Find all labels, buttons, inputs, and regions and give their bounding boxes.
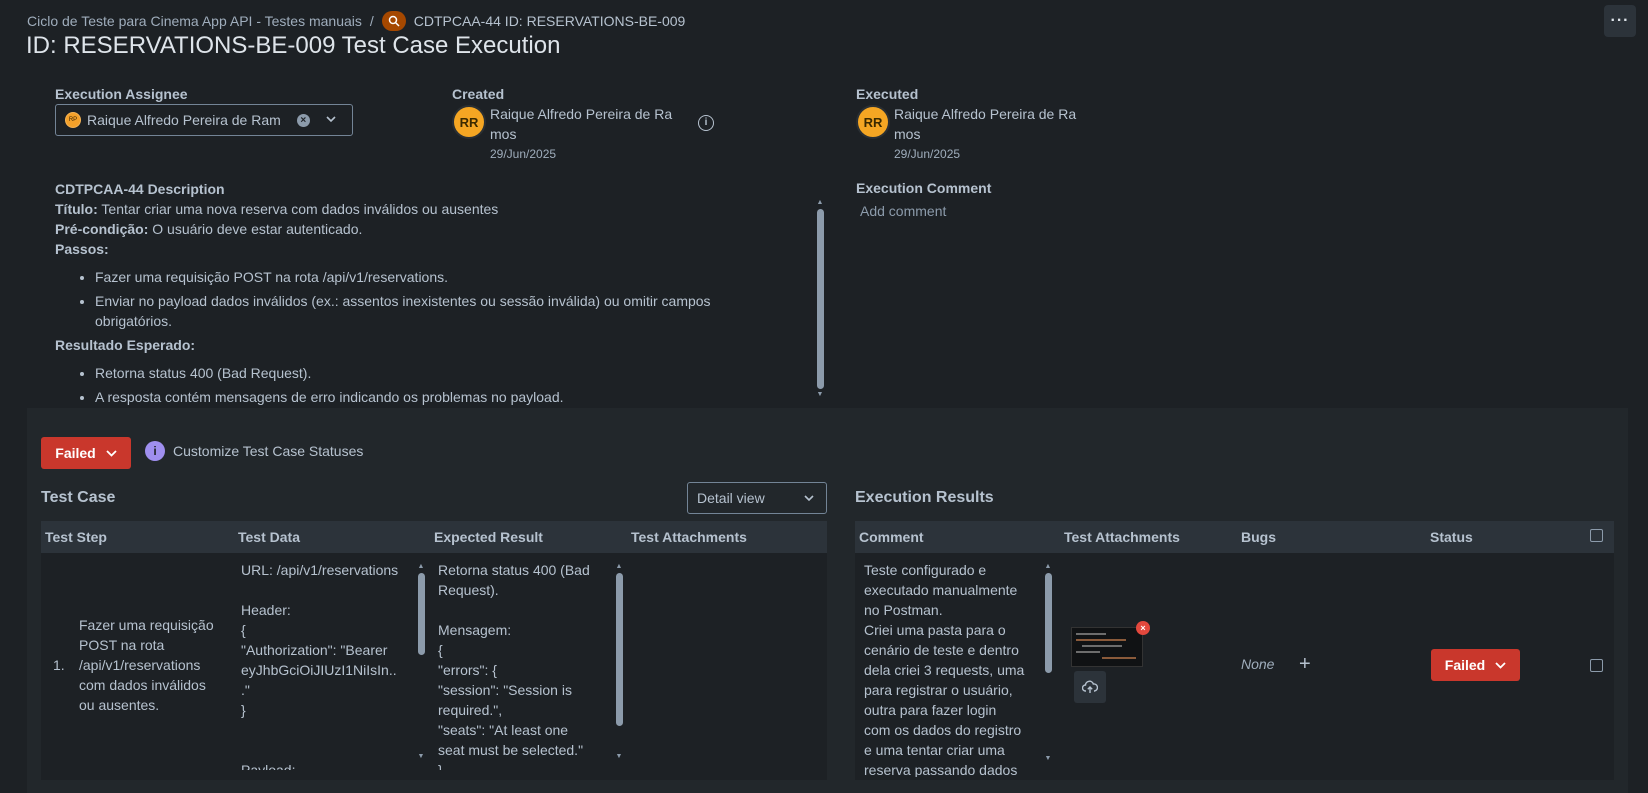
status-label: Failed [1444, 657, 1486, 673]
created-date: 29/Jun/2025 [490, 147, 557, 161]
list-item: Fazer uma requisição POST na rota /api/v… [95, 267, 815, 287]
chevron-down-icon [326, 114, 336, 126]
execution-results-title: Execution Results [855, 489, 994, 506]
scrollbar-thumb[interactable] [1044, 573, 1052, 673]
scrollbar-thumb[interactable] [417, 573, 425, 655]
assignee-value: Raique Alfredo Pereira de Ram [87, 112, 281, 128]
chevron-down-icon [106, 449, 117, 457]
upload-attachment-button[interactable] [1074, 671, 1106, 703]
cloud-upload-icon [1082, 680, 1098, 693]
clear-icon[interactable]: × [296, 113, 310, 127]
view-mode-select[interactable]: Detail view [687, 482, 827, 514]
info-icon[interactable]: i [698, 115, 714, 131]
breadcrumb-separator: / [369, 13, 374, 29]
description-expected-list: Retorna status 400 (Bad Request). A resp… [95, 363, 815, 407]
scroll-down-icon[interactable]: ▼ [1043, 755, 1053, 763]
remove-attachment-icon[interactable]: × [1136, 621, 1150, 635]
description-steps-label: Passos: [55, 241, 109, 257]
attachment-thumbnail[interactable] [1071, 627, 1143, 667]
info-icon: i [145, 441, 165, 461]
column-header: Test Attachments [1064, 529, 1180, 545]
description-steps-list: Fazer uma requisição POST na rota /api/v… [95, 267, 815, 331]
status-label: Failed [55, 445, 96, 461]
description-heading: CDTPCAA-44 Description [55, 181, 225, 197]
column-header: Comment [859, 529, 924, 545]
list-item: Enviar no payload dados inválidos (ex.: … [95, 291, 745, 331]
description-expected-label: Resultado Esperado: [55, 337, 196, 353]
more-actions-button[interactable]: ··· [1604, 5, 1636, 37]
avatar: RP [65, 112, 81, 128]
list-item: A resposta contém mensagens de erro indi… [95, 387, 815, 407]
breadcrumb-issue-link[interactable]: CDTPCAA-44 ID: RESERVATIONS-BE-009 [414, 13, 686, 29]
test-data-cell[interactable]: URL: /api/v1/reservations Header: { "Aut… [241, 560, 413, 770]
scrollbar-thumb[interactable] [816, 209, 824, 389]
description-scrollbar[interactable]: ▲ ▼ [815, 199, 825, 406]
more-icon: ··· [1610, 12, 1630, 29]
step-status-dropdown[interactable]: Failed [1431, 649, 1520, 681]
expected-result-scrollbar[interactable]: ▲ ▼ [614, 563, 624, 770]
avatar: RR [856, 105, 890, 139]
scroll-up-icon[interactable]: ▲ [614, 563, 624, 571]
column-header: Test Data [238, 529, 300, 545]
test-data-scrollbar[interactable]: ▲ ▼ [416, 563, 426, 770]
scrollbar-thumb[interactable] [615, 573, 623, 726]
executed-by-name: Raique Alfredo Pereira de Ra mos [894, 106, 1077, 142]
scroll-down-icon[interactable]: ▼ [614, 753, 624, 761]
page-title: ID: RESERVATIONS-BE-009 Test Case Execut… [26, 32, 561, 59]
scroll-down-icon[interactable]: ▼ [416, 753, 426, 761]
scroll-up-icon[interactable]: ▲ [416, 563, 426, 571]
created-by-name: Raique Alfredo Pereira de Ra mos [490, 106, 673, 142]
list-item: Retorna status 400 (Bad Request). [95, 363, 815, 383]
bugs-value: None [1241, 656, 1275, 672]
avatar: RR [452, 105, 486, 139]
add-bug-button[interactable]: + [1299, 652, 1311, 676]
description-precondition-line: Pré-condição: O usuário deve estar auten… [55, 221, 363, 237]
step-index: 1. [53, 657, 65, 673]
comment-scrollbar[interactable]: ▲ ▼ [1043, 563, 1053, 770]
expected-result-cell[interactable]: Retorna status 400 (Bad Request). Mensag… [438, 560, 606, 770]
created-label: Created [452, 86, 505, 102]
customize-statuses-link[interactable]: i Customize Test Case Statuses [145, 441, 363, 461]
column-header: Status [1430, 529, 1473, 545]
breadcrumb: Ciclo de Teste para Cinema App API - Tes… [27, 11, 685, 31]
row-checkbox[interactable] [1590, 659, 1603, 672]
executed-date: 29/Jun/2025 [894, 147, 961, 161]
search-icon [381, 11, 406, 31]
assignee-label: Execution Assignee [55, 86, 188, 102]
column-header: Expected Result [434, 529, 543, 545]
column-header: Test Attachments [631, 529, 747, 545]
assignee-select[interactable]: RP Raique Alfredo Pereira de Ram × [55, 104, 353, 136]
chevron-down-icon [804, 494, 814, 501]
customize-statuses-label: Customize Test Case Statuses [173, 443, 364, 459]
test-case-title: Test Case [41, 489, 116, 506]
execution-results-table-header: Comment Test Attachments Bugs Status [855, 521, 1614, 553]
execution-status-dropdown[interactable]: Failed [41, 437, 131, 469]
column-header: Bugs [1241, 529, 1276, 545]
column-header: Test Step [45, 529, 107, 545]
view-mode-value: Detail view [697, 490, 765, 506]
add-comment-field[interactable]: Add comment [860, 203, 946, 219]
execution-comment-label: Execution Comment [856, 180, 992, 196]
scroll-up-icon[interactable]: ▲ [1043, 563, 1053, 571]
test-case-table-header: Test Step Test Data Expected Result Test… [41, 521, 827, 553]
breadcrumb-project-link[interactable]: Ciclo de Teste para Cinema App API - Tes… [27, 13, 362, 29]
scroll-down-icon[interactable]: ▼ [815, 391, 825, 399]
execution-comment-cell[interactable]: Teste configurado e executado manualment… [864, 560, 1039, 777]
issue-description: CDTPCAA-44 Description Título: Tentar cr… [55, 179, 815, 407]
select-all-checkbox[interactable] [1590, 529, 1603, 542]
executed-label: Executed [856, 86, 919, 102]
chevron-down-icon [1495, 661, 1506, 669]
test-step-cell: Fazer uma requisição POST na rota /api/v… [79, 617, 214, 713]
scroll-up-icon[interactable]: ▲ [815, 199, 825, 207]
description-title-line: Título: Tentar criar uma nova reserva co… [55, 201, 499, 217]
